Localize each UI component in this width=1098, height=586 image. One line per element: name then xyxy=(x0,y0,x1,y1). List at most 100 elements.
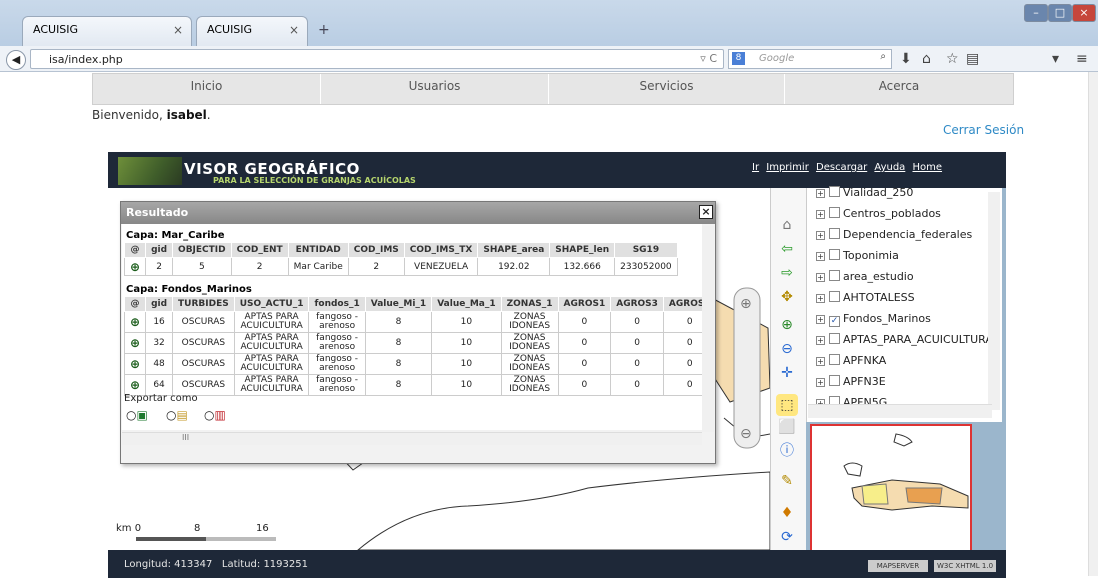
reload-icon[interactable]: ▿ C xyxy=(700,52,717,65)
search-input[interactable]: 8 Google ⌕ xyxy=(728,49,892,69)
maximize-button[interactable]: □ xyxy=(1048,4,1072,22)
result-titlebar[interactable] xyxy=(121,202,715,224)
logout-link[interactable]: Cerrar Sesión xyxy=(943,123,1024,137)
zoom-out-icon[interactable]: ⊖ xyxy=(740,426,752,442)
zoom-to-feature-icon[interactable]: ⊕ xyxy=(123,332,147,354)
page-scrollbar[interactable] xyxy=(1088,72,1098,576)
overview-map[interactable] xyxy=(810,424,972,552)
export-excel-radio[interactable]: ○▣ xyxy=(126,408,148,422)
result-hscrollbar[interactable]: III xyxy=(122,432,702,445)
home-extent-icon[interactable]: ⌂ xyxy=(776,214,798,236)
close-icon[interactable]: × xyxy=(173,23,183,37)
new-tab-button[interactable]: + xyxy=(318,22,330,38)
search-icon[interactable]: ⌕ xyxy=(880,51,886,62)
zoom-in-tool-icon[interactable]: ⊕ xyxy=(776,314,798,336)
previous-extent-icon[interactable]: ⇦ xyxy=(776,238,798,260)
export-doc-radio[interactable]: ○▤ xyxy=(166,408,188,422)
expand-icon[interactable]: + xyxy=(816,252,825,261)
window-close-button[interactable]: × xyxy=(1072,4,1096,22)
layer-checkbox[interactable] xyxy=(829,270,840,281)
layer-item[interactable]: + Dependencia_federales xyxy=(816,228,972,241)
menu-item-usuarios[interactable]: Usuarios xyxy=(321,74,549,104)
zoom-to-feature-icon[interactable]: ⊕ xyxy=(123,311,147,333)
expand-icon[interactable]: + xyxy=(816,378,825,387)
layer-item[interactable]: + APFN3E xyxy=(816,375,886,388)
zoom-to-feature-icon[interactable]: ⊕ xyxy=(123,353,147,375)
export-pdf-radio[interactable]: ○▥ xyxy=(204,408,226,422)
back-arrow-icon[interactable]: ◀ xyxy=(6,50,26,70)
layer-item[interactable]: + Toponimia xyxy=(816,249,899,262)
home-icon[interactable]: ⌂ xyxy=(922,51,931,67)
next-extent-icon[interactable]: ⇨ xyxy=(776,262,798,284)
menu-item-inicio[interactable]: Inicio xyxy=(93,74,321,104)
expand-icon[interactable]: + xyxy=(816,357,825,366)
expand-icon[interactable]: + xyxy=(816,294,825,303)
dropdown-icon[interactable]: ▾ xyxy=(1052,51,1059,67)
measure-icon[interactable]: ✎ xyxy=(776,470,798,492)
viewer-subtitle: PARA LA SELECCIÓN DE GRANJAS ACUÍCOLAS xyxy=(213,176,416,185)
user-name: isabel xyxy=(166,108,207,122)
menu-item-acerca[interactable]: Acerca xyxy=(785,74,1013,104)
menu-item-servicios[interactable]: Servicios xyxy=(549,74,785,104)
expand-icon[interactable]: + xyxy=(816,315,825,324)
zoom-slider[interactable] xyxy=(733,287,761,449)
minimize-button[interactable]: – xyxy=(1024,4,1048,22)
result-vscrollbar[interactable] xyxy=(702,226,714,432)
layer-checkbox[interactable] xyxy=(829,186,840,197)
zoom-in-icon[interactable]: ⊕ xyxy=(740,296,752,312)
zoom-to-feature-icon[interactable]: ⊕ xyxy=(123,257,147,276)
w3c-badge[interactable]: W3C XHTML 1.0 xyxy=(934,560,996,572)
go-link[interactable]: Ir xyxy=(752,162,759,173)
layer-checkbox[interactable] xyxy=(829,333,840,344)
table-cell: fangoso - arenoso xyxy=(308,353,366,375)
layer-checkbox[interactable] xyxy=(829,249,840,260)
select-tool-icon[interactable]: ⬚ xyxy=(776,394,798,416)
expand-icon[interactable]: + xyxy=(816,336,825,345)
browser-tab-1[interactable]: ACUISIG × xyxy=(22,16,192,46)
download-link[interactable]: Descargar xyxy=(816,162,867,173)
browser-tab-2[interactable]: ACUISIG × xyxy=(196,16,308,46)
pan-icon[interactable]: ✥ xyxy=(776,286,798,308)
layer-item[interactable]: + APFNKA xyxy=(816,354,886,367)
layer-checkbox[interactable] xyxy=(829,354,840,365)
move-icon[interactable]: ✛ xyxy=(776,362,798,384)
url-bar[interactable]: isa/index.php ▿ C xyxy=(30,49,724,69)
layer-item[interactable]: + area_estudio xyxy=(816,270,914,283)
print-link[interactable]: Imprimir xyxy=(766,162,809,173)
layer-item[interactable]: + Vialidad_250 xyxy=(816,186,913,199)
home-link[interactable]: Home xyxy=(913,162,943,173)
layer-item[interactable]: + ✓ Fondos_Marinos xyxy=(816,312,931,327)
fill-icon[interactable]: ♦ xyxy=(776,502,798,524)
layer-item[interactable]: + Centros_poblados xyxy=(816,207,941,220)
layer-hscrollbar[interactable] xyxy=(808,404,992,418)
info-icon[interactable]: ⓘ xyxy=(776,440,798,462)
mapserver-badge[interactable]: MAPSERVER xyxy=(868,560,928,572)
table-cell: 0 xyxy=(610,332,664,354)
layer-scrollbar[interactable] xyxy=(988,192,1000,410)
reading-list-icon[interactable]: ▤ xyxy=(966,51,979,67)
table-cell: 5 xyxy=(172,257,232,276)
zoom-out-tool-icon[interactable]: ⊖ xyxy=(776,338,798,360)
layer-item[interactable]: + APTAS_PARA_ACUICULTURA xyxy=(816,333,993,346)
close-icon[interactable]: × xyxy=(699,205,713,219)
layer-checkbox[interactable] xyxy=(829,207,840,218)
download-icon[interactable]: ⬇ xyxy=(900,51,912,67)
close-icon[interactable]: × xyxy=(289,23,299,37)
expand-icon[interactable]: + xyxy=(816,231,825,240)
expand-icon[interactable]: + xyxy=(816,189,825,198)
layer-item[interactable]: + AHTOTALESS xyxy=(816,291,915,304)
layer-checkbox[interactable] xyxy=(829,228,840,239)
tab-label: ACUISIG xyxy=(207,23,253,36)
bookmark-star-icon[interactable]: ☆ xyxy=(946,51,959,67)
area-select-icon[interactable]: ⬜ xyxy=(776,416,798,438)
layer-checkbox[interactable]: ✓ xyxy=(829,316,840,327)
layer-checkbox[interactable] xyxy=(829,291,840,302)
expand-icon[interactable]: + xyxy=(816,273,825,282)
expand-icon[interactable]: + xyxy=(816,210,825,219)
help-link[interactable]: Ayuda xyxy=(874,162,905,173)
menu-icon[interactable]: ≡ xyxy=(1076,51,1088,67)
layer-checkbox[interactable] xyxy=(829,375,840,386)
result-title: Resultado xyxy=(126,206,189,219)
refresh-icon[interactable]: ⟳ xyxy=(776,526,798,548)
table-cell: 32 xyxy=(145,332,174,354)
